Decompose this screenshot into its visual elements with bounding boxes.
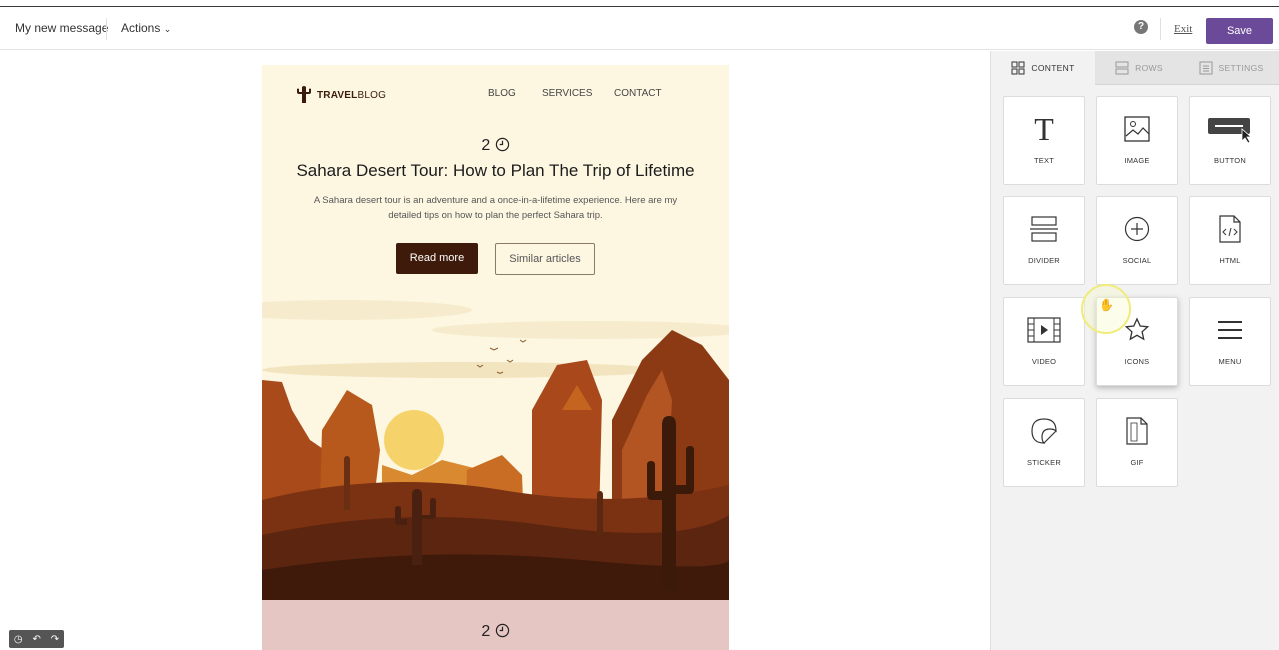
read-time-value: 2	[481, 137, 491, 154]
grid-icon	[1011, 61, 1025, 75]
tile-menu-label: MENU	[1218, 357, 1242, 366]
settings-icon	[1199, 61, 1213, 74]
help-icon[interactable]: ?	[1134, 20, 1148, 34]
tile-menu[interactable]: MENU	[1189, 297, 1271, 386]
cursor-highlight: ✋	[1081, 284, 1131, 334]
next-read-time-value: 2	[481, 623, 491, 640]
tile-html[interactable]: HTML	[1189, 196, 1271, 285]
tab-content[interactable]: CONTENT	[991, 51, 1095, 85]
save-button[interactable]: Save	[1206, 18, 1273, 44]
tile-gif-label: GIF	[1130, 458, 1144, 467]
tile-gif[interactable]: GIF	[1096, 398, 1178, 487]
rows-icon	[1115, 61, 1129, 74]
tab-rows-label: ROWS	[1135, 62, 1163, 73]
tile-social-label: SOCIAL	[1122, 256, 1152, 265]
tile-sticker-label: STICKER	[1027, 458, 1061, 467]
next-article-section[interactable]: 2	[262, 600, 729, 650]
clock-icon	[495, 623, 509, 638]
video-icon	[1027, 317, 1061, 343]
actions-dropdown[interactable]: Actions ⌄	[121, 21, 171, 35]
grab-hand-icon: ✋	[1099, 298, 1114, 312]
actions-label: Actions	[121, 21, 161, 35]
similar-articles-button[interactable]: Similar articles	[495, 243, 595, 275]
sticker-icon	[1031, 418, 1057, 444]
next-read-time: 2	[262, 623, 729, 641]
html-icon	[1219, 215, 1241, 243]
top-toolbar: My new message Actions ⌄ ? Exit Save	[0, 8, 1279, 50]
tile-sticker[interactable]: STICKER	[1003, 398, 1085, 487]
tile-text[interactable]: T TEXT	[1003, 96, 1085, 185]
tile-image-label: IMAGE	[1124, 156, 1150, 165]
chevron-down-icon: ⌄	[163, 24, 172, 34]
tab-settings[interactable]: SETTINGS	[1183, 51, 1279, 85]
tile-button-label: BUTTON	[1214, 156, 1246, 165]
tile-html-label: HTML	[1219, 256, 1241, 265]
undo-icon[interactable]: ↶	[32, 634, 40, 645]
tile-icons-label: ICONS	[1124, 357, 1150, 366]
read-time: 2	[262, 137, 729, 155]
article-headline: Sahara Desert Tour: How to Plan The Trip…	[296, 161, 695, 180]
nav-contact[interactable]: CONTACT	[614, 88, 662, 99]
message-title[interactable]: My new message	[15, 21, 108, 35]
article-lead: A Sahara desert tour is an adventure and…	[313, 195, 678, 221]
divider-icon	[1030, 216, 1058, 242]
tile-video-label: VIDEO	[1031, 357, 1057, 366]
image-icon	[1124, 116, 1150, 142]
panel-tabs: CONTENT ROWS SETTINGS	[991, 51, 1279, 85]
nav-blog[interactable]: BLOG	[488, 88, 516, 99]
tile-image[interactable]: IMAGE	[1096, 96, 1178, 185]
read-more-button[interactable]: Read more	[396, 243, 478, 274]
cactus-icon	[297, 86, 311, 103]
history-icon[interactable]: ◷	[14, 634, 23, 645]
tab-settings-label: SETTINGS	[1218, 62, 1264, 73]
tile-divider-label: DIVIDER	[1028, 256, 1060, 265]
text-icon: T	[1034, 110, 1054, 147]
desert-illustration	[262, 290, 729, 600]
email-preview[interactable]: TRAVELBLOG BLOG SERVICES CONTACT 2 Sahar…	[262, 65, 729, 650]
menu-icon	[1218, 321, 1242, 339]
content-panel: CONTENT ROWS SETTINGS T TEXT IMAGE BUTTO…	[990, 51, 1279, 650]
tab-content-label: CONTENT	[1031, 63, 1075, 73]
tab-rows[interactable]: ROWS	[1095, 51, 1183, 85]
tile-video[interactable]: VIDEO	[1003, 297, 1085, 386]
gif-icon	[1126, 417, 1148, 445]
tile-social[interactable]: SOCIAL	[1096, 196, 1178, 285]
exit-link[interactable]: Exit	[1174, 23, 1192, 35]
logo-text-light: BLOG	[357, 89, 387, 101]
redo-icon[interactable]: ↷	[51, 634, 59, 645]
tile-button[interactable]: BUTTON	[1189, 96, 1271, 185]
tile-text-label: TEXT	[1034, 156, 1054, 165]
clock-icon	[495, 137, 509, 152]
logo-text-bold: TRAVEL	[317, 89, 358, 101]
button-icon	[1208, 118, 1253, 143]
tile-divider[interactable]: DIVIDER	[1003, 196, 1085, 285]
toolbar-divider	[106, 18, 107, 40]
toolbar-divider	[1160, 18, 1161, 40]
editor-canvas: TRAVELBLOG BLOG SERVICES CONTACT 2 Sahar…	[0, 51, 990, 650]
window-top-border	[0, 0, 1279, 7]
history-controls: ◷ ↶ ↷	[9, 630, 64, 648]
travelblog-logo: TRAVELBLOG	[296, 85, 386, 105]
social-icon	[1124, 216, 1150, 242]
nav-services[interactable]: SERVICES	[542, 88, 592, 99]
